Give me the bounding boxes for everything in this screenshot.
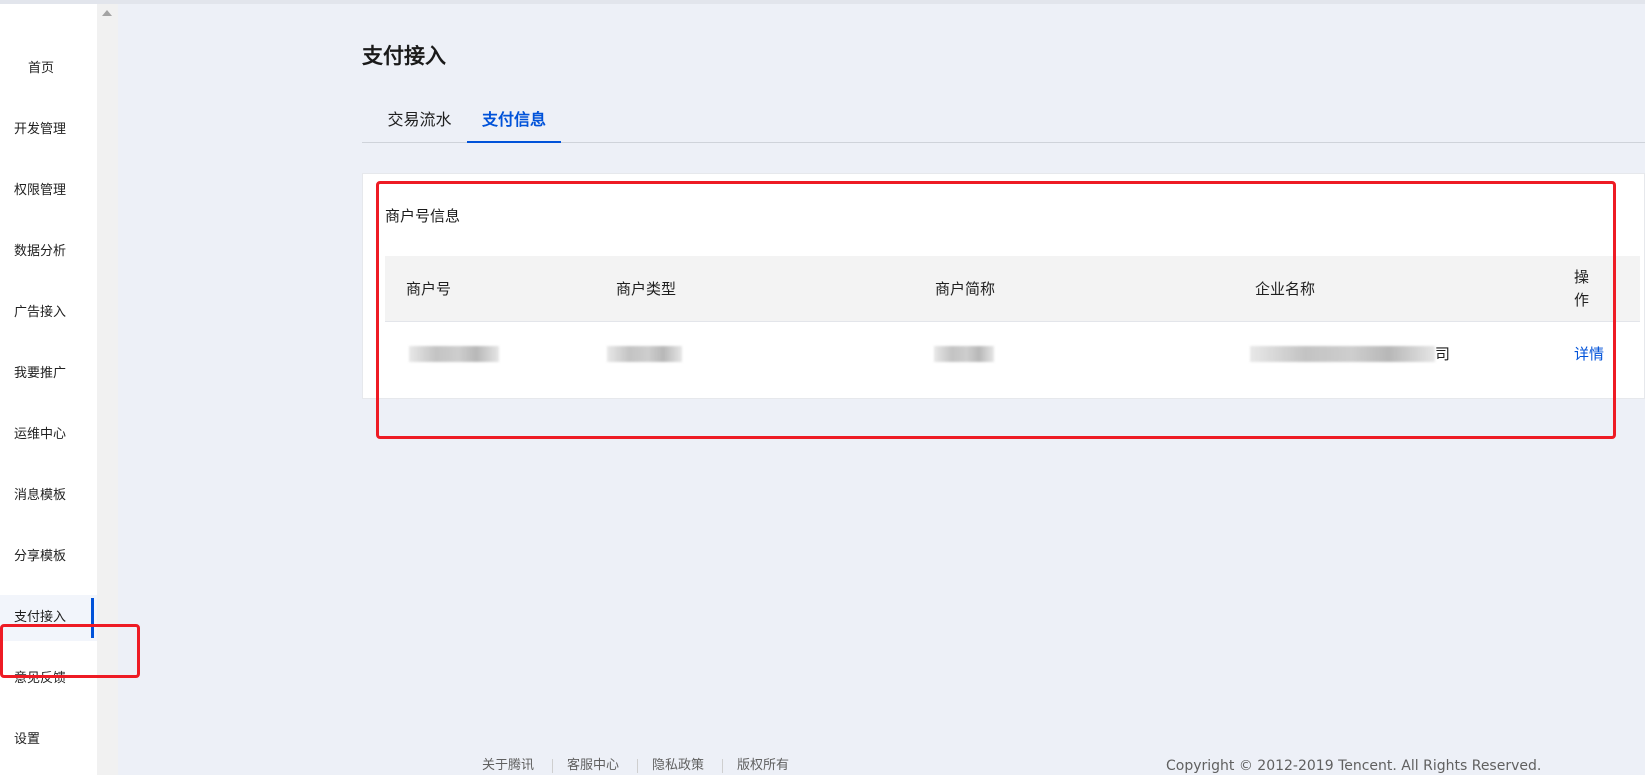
sidebar-item-ops-center[interactable]: 运维中心 bbox=[0, 412, 97, 458]
sidebar-item-label: 支付接入 bbox=[14, 610, 67, 625]
sidebar-item-message-templates[interactable]: 消息模板 bbox=[0, 473, 97, 519]
tab-transactions[interactable]: 交易流水 bbox=[377, 103, 462, 143]
page-title: 支付接入 bbox=[362, 44, 446, 68]
sidebar-item-ad-access[interactable]: 广告接入 bbox=[0, 290, 97, 336]
footer-link-privacy[interactable]: 隐私政策 bbox=[652, 756, 704, 775]
footer-divider bbox=[637, 759, 638, 773]
sidebar-item-permission-management[interactable]: 权限管理 bbox=[0, 168, 97, 214]
footer-link-support[interactable]: 客服中心 bbox=[567, 756, 619, 775]
scroll-up-arrow-icon[interactable] bbox=[102, 10, 112, 16]
sidebar-item-label: 开发管理 bbox=[14, 122, 67, 137]
sidebar-item-label: 广告接入 bbox=[14, 305, 67, 320]
tab-bar: 交易流水 支付信息 bbox=[362, 103, 1645, 143]
sidebar-item-label: 我要推广 bbox=[14, 366, 67, 381]
sidebar-item-label: 消息模板 bbox=[14, 488, 67, 503]
sidebar-item-label: 首页 bbox=[28, 61, 55, 76]
sidebar-item-home[interactable]: 首页 bbox=[0, 46, 97, 92]
footer-link-about[interactable]: 关于腾讯 bbox=[482, 756, 534, 775]
footer-link-copyright[interactable]: 版权所有 bbox=[737, 756, 789, 775]
sidebar-item-label: 权限管理 bbox=[14, 183, 67, 198]
footer-divider bbox=[552, 759, 553, 773]
footer-divider bbox=[722, 759, 723, 773]
sidebar-item-data-analysis[interactable]: 数据分析 bbox=[0, 229, 97, 275]
sidebar-item-share-templates[interactable]: 分享模板 bbox=[0, 534, 97, 580]
sidebar-item-label: 运维中心 bbox=[14, 427, 67, 442]
sidebar-item-label: 设置 bbox=[14, 732, 41, 747]
highlight-box-merchant-info bbox=[376, 181, 1616, 439]
sidebar-item-label: 分享模板 bbox=[14, 549, 67, 564]
sidebar-item-promotion[interactable]: 我要推广 bbox=[0, 351, 97, 397]
sidebar-item-settings[interactable]: 设置 bbox=[0, 717, 97, 763]
sidebar-item-label: 数据分析 bbox=[14, 244, 67, 259]
top-border bbox=[0, 0, 1645, 4]
sidebar-item-dev-management[interactable]: 开发管理 bbox=[0, 107, 97, 153]
highlight-box-payment-access bbox=[0, 624, 140, 678]
active-tab-underline bbox=[467, 141, 561, 143]
copyright-text: Copyright © 2012-2019 Tencent. All Right… bbox=[1166, 758, 1542, 774]
tab-payment-info[interactable]: 支付信息 bbox=[467, 103, 561, 143]
